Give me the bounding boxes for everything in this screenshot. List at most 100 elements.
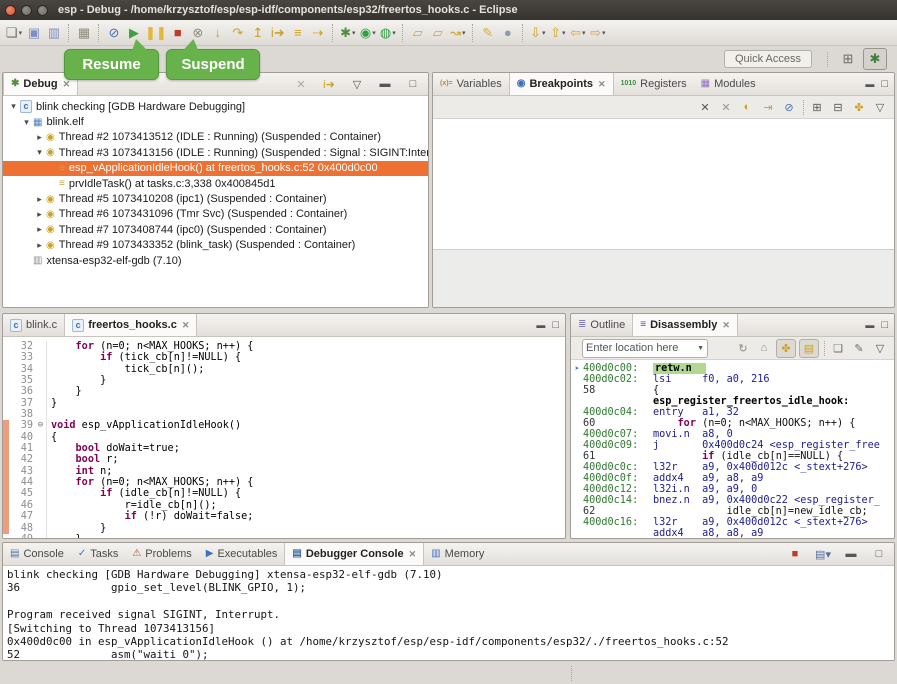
maximize-icon[interactable]: □: [404, 76, 422, 93]
tab-debugger-console[interactable]: ▤Debugger Console✕: [284, 543, 424, 565]
code-editor[interactable]: 32 for (n=0; n<MAX_HOOKS; n++) {33 if (t…: [3, 337, 565, 538]
group-by-icon[interactable]: ✤: [850, 99, 868, 116]
open-new-view-icon[interactable]: ❏: [829, 340, 847, 357]
display-selected-console-icon[interactable]: ▤▾: [814, 546, 832, 563]
suspend-icon[interactable]: ❚❚: [145, 23, 167, 43]
editor-code-line[interactable]: 36 }: [3, 386, 565, 397]
tab-modules[interactable]: ▦Modules: [694, 73, 763, 95]
debug-tree-row[interactable]: ▸◉Thread #5 1073410208 (ipc1) (Suspended…: [3, 191, 428, 206]
disassembly-line[interactable]: 62 idle_cb[n]=new_idle_cb;: [571, 506, 894, 517]
tab-variables[interactable]: (x)=Variables: [433, 73, 509, 95]
disassembly-line[interactable]: 400d0c07:movi.n a8, 0: [571, 429, 894, 440]
remove-all-breakpoints-icon[interactable]: ✕: [717, 99, 735, 116]
breakpoints-list[interactable]: [433, 119, 894, 249]
tree-collapse-icon[interactable]: ▾: [20, 117, 33, 128]
save-all-icon[interactable]: ▥: [45, 23, 63, 43]
editor-code-line[interactable]: 49 }: [3, 534, 565, 538]
tab-memory[interactable]: ▥Memory: [424, 543, 491, 565]
home-icon[interactable]: ⌂: [755, 340, 773, 357]
disassembly-line[interactable]: 400d0c02:lsi f0, a0, 216: [571, 374, 894, 385]
dropdown-arrow-icon[interactable]: ▾: [562, 29, 566, 37]
instruction-stepping-icon[interactable]: i➜: [269, 23, 287, 43]
editor-code-line[interactable]: 41 bool doWait=true;: [3, 443, 565, 454]
fold-collapse-icon[interactable]: ⊖: [35, 420, 47, 431]
profile-icon[interactable]: ◍▾: [379, 23, 397, 43]
mark-occurrences-icon[interactable]: ✎: [479, 23, 497, 43]
tab-close-icon[interactable]: ✕: [722, 320, 730, 331]
tree-expand-icon[interactable]: ▸: [33, 209, 46, 220]
maximize-view-icon[interactable]: □: [881, 319, 888, 331]
forward-history-icon[interactable]: ⇨▾: [589, 23, 607, 43]
tab-registers[interactable]: 1010Registers: [614, 73, 694, 95]
tab-close-icon[interactable]: ✕: [409, 549, 417, 560]
tab-breakpoints[interactable]: ◉Breakpoints✕: [509, 73, 614, 95]
minimize-icon[interactable]: ▬: [842, 546, 860, 563]
tree-expand-icon[interactable]: ▸: [33, 132, 46, 143]
maximize-view-icon[interactable]: □: [881, 78, 888, 90]
world-icon[interactable]: ●: [499, 23, 517, 43]
remove-all-terminated-icon[interactable]: ✕: [292, 76, 310, 93]
terminate-icon[interactable]: ■: [169, 23, 187, 43]
go-to-file-for-breakpoint-icon[interactable]: ⇥: [759, 99, 777, 116]
tab-problems[interactable]: ⚠Problems: [125, 543, 198, 565]
remove-selected-breakpoints-icon[interactable]: ✕: [696, 99, 714, 116]
debug-icon[interactable]: ✱▾: [339, 23, 357, 43]
step-into-icon[interactable]: ↓: [209, 23, 227, 43]
combo-dropdown-icon[interactable]: ▼: [694, 345, 704, 352]
editor-code-line[interactable]: 38: [3, 409, 565, 420]
debug-tree-row[interactable]: ≡prvIdleTask() at tasks.c:3,338 0x400845…: [3, 176, 428, 191]
editor-code-line[interactable]: 43 int n;: [3, 466, 565, 477]
tab-close-icon[interactable]: ✕: [598, 79, 606, 90]
tab-debug-close-icon[interactable]: ✕: [63, 79, 71, 90]
editor-code-line[interactable]: 48 }: [3, 523, 565, 534]
minimize-view-icon[interactable]: ▬: [865, 320, 874, 330]
tab-blink.c[interactable]: cblink.c: [3, 314, 64, 336]
last-edit-location-icon[interactable]: ↝▾: [449, 23, 467, 43]
open-folder-alt-icon[interactable]: ▱: [429, 23, 447, 43]
disassembly-line[interactable]: 400d0c0f:addx4 a9, a8, a9: [571, 473, 894, 484]
disassembly-line[interactable]: esp_register_freertos_idle_hook:: [571, 396, 894, 407]
editor-code-line[interactable]: 42 bool r;: [3, 454, 565, 465]
show-breakpoints-supported-icon[interactable]: ◐: [738, 99, 756, 116]
dropdown-arrow-icon[interactable]: ▾: [462, 29, 466, 37]
disassembly-line[interactable]: 400d0c04:entry a1, 32: [571, 407, 894, 418]
refresh-icon[interactable]: ↻: [734, 340, 752, 357]
disassembly-line[interactable]: 400d0c0c:l32r a9, 0x400d012c <_stext+276…: [571, 462, 894, 473]
view-menu-icon[interactable]: ▽: [871, 99, 889, 116]
tab-disassembly[interactable]: ≡Disassembly✕: [632, 314, 738, 336]
pin-view-icon[interactable]: ✎: [850, 340, 868, 357]
editor-code-line[interactable]: 33 if (tick_cb[n]!=NULL) {: [3, 352, 565, 363]
editor-code-line[interactable]: 45 if (idle_cb[n]!=NULL) {: [3, 488, 565, 499]
tree-expand-icon[interactable]: ▸: [33, 224, 46, 235]
collapse-all-icon[interactable]: ⊟: [829, 99, 847, 116]
prev-annotation-icon[interactable]: ⇧▾: [549, 23, 567, 43]
run-icon[interactable]: ◉▾: [359, 23, 377, 43]
tab-tasks[interactable]: ✓Tasks: [71, 543, 126, 565]
maximize-view-icon[interactable]: □: [552, 319, 559, 331]
editor-code-line[interactable]: 39⊖void esp_vApplicationIdleHook(): [3, 420, 565, 431]
new-wizard-icon[interactable]: ❏▾: [5, 23, 23, 43]
open-folder-icon[interactable]: ▱: [409, 23, 427, 43]
debug-tree-row[interactable]: ▸◉Thread #9 1073433352 (blink_task) (Sus…: [3, 238, 428, 253]
dropdown-arrow-icon[interactable]: ▾: [582, 29, 586, 37]
debug-tree-row-selected[interactable]: ≡esp_vApplicationIdleHook() at freertos_…: [3, 161, 428, 176]
tree-collapse-icon[interactable]: ▾: [33, 147, 46, 158]
disassembly-content[interactable]: ➤400d0c00:retw.n400d0c02:lsi f0, a0, 216…: [571, 360, 894, 538]
open-perspective-icon[interactable]: ⊞: [837, 49, 859, 69]
terminate-icon[interactable]: ■: [786, 546, 804, 563]
sync-with-stack-icon[interactable]: ✤: [776, 339, 796, 358]
tree-expand-icon[interactable]: ▸: [33, 240, 46, 251]
show-console-list-icon[interactable]: ≡: [289, 23, 307, 43]
editor-code-line[interactable]: 32 for (n=0; n<MAX_HOOKS; n++) {: [3, 341, 565, 352]
minimize-view-icon[interactable]: ▬: [536, 320, 545, 330]
disassembly-line[interactable]: ➤400d0c00:retw.n: [571, 363, 894, 374]
editor-code-line[interactable]: 35 }: [3, 375, 565, 386]
dropdown-arrow-icon[interactable]: ▾: [825, 548, 831, 561]
disassembly-line[interactable]: 400d0c16:l32r a9, 0x400d012c <_stext+276…: [571, 517, 894, 528]
window-minimize-button[interactable]: [21, 5, 32, 16]
tab-close-icon[interactable]: ✕: [182, 320, 190, 331]
tree-collapse-icon[interactable]: ▾: [7, 101, 20, 112]
next-annotation-icon[interactable]: ⇩▾: [529, 23, 547, 43]
show-source-icon[interactable]: ▤: [799, 339, 819, 358]
dropdown-arrow-icon[interactable]: ▾: [602, 29, 606, 37]
